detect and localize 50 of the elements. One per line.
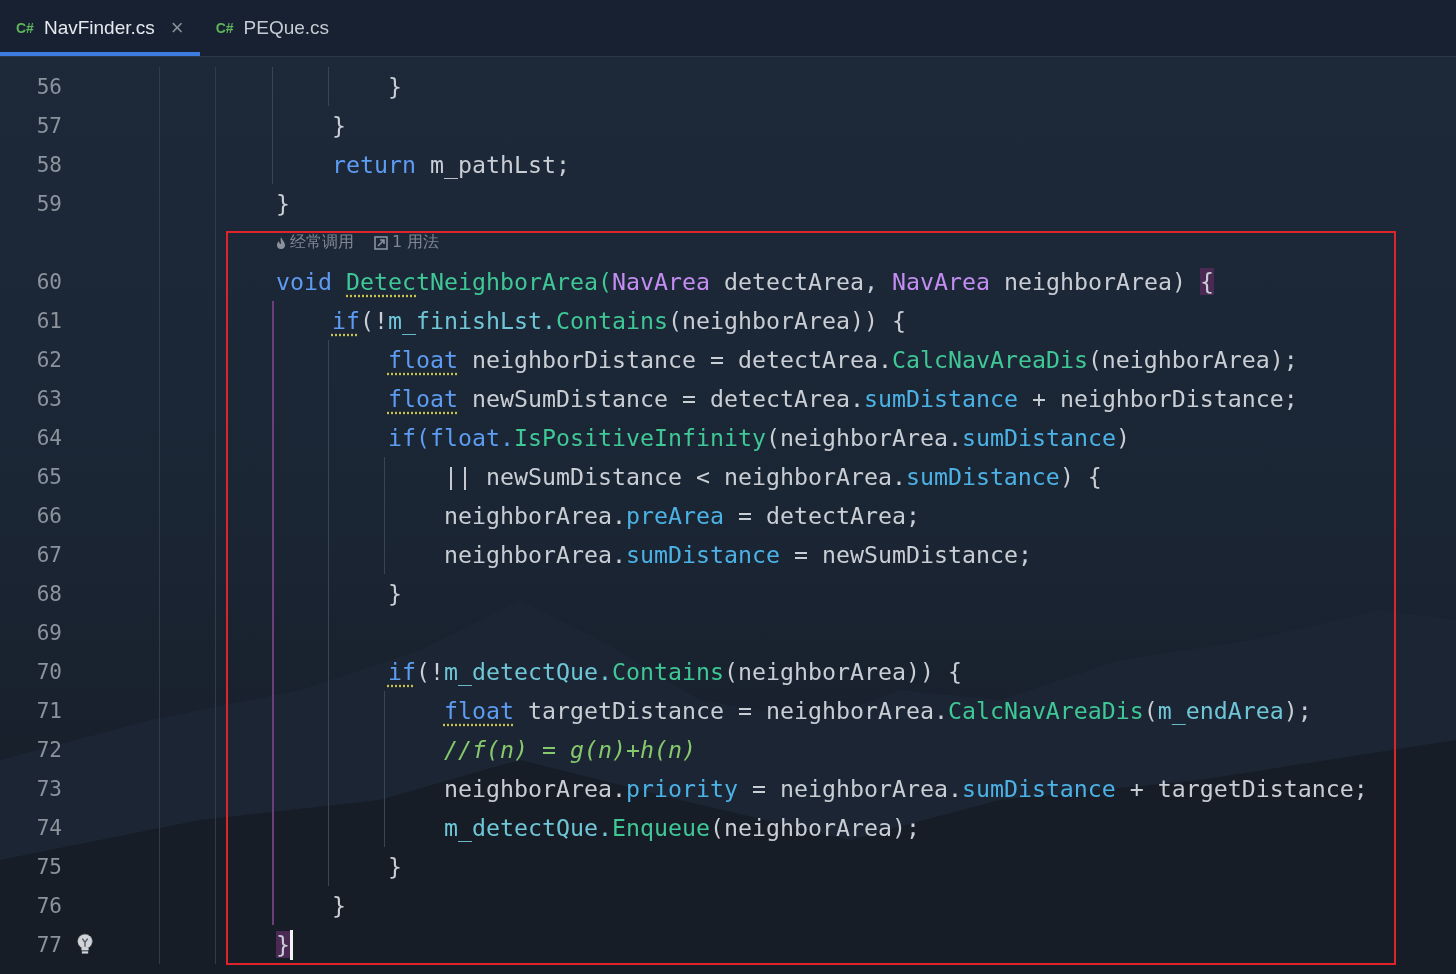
code-line: } [387,73,402,100]
code-line: float newSumDistance = detectArea.sumDistance + neighborDistance; [387,385,1298,412]
line-number: 61 [35,308,62,333]
line-number: 71 [35,698,62,723]
code-line: } [332,112,346,139]
code-line: } [276,190,290,217]
arrow-box-icon [374,235,388,250]
code-line: || newSumDistance < neighborArea.sumDistance) { [443,463,1102,490]
line-number: 63 [35,386,62,411]
code-line: neighborArea.sumDistance = newSumDistance; [443,541,1032,568]
line-number: 68 [35,581,62,606]
line-number: 66 [35,503,62,528]
file-tab[interactable]: C# PEQue.cs [199,0,346,56]
code-line: } [387,853,402,880]
line-number: 74 [35,815,62,840]
line-number: 65 [35,464,62,489]
code-line: if(float.IsPositiveInfinity(neighborArea.sumDistance) [387,424,1130,451]
line-number: 67 [35,542,62,567]
code-line: return m_pathLst; [332,151,570,178]
code-line: float targetDistance = neighborArea.CalcNavAreaDis(m_endArea); [443,697,1312,724]
code-line: m_detectQue.Enqueue(neighborArea); [443,814,920,841]
line-number: 76 [35,893,62,918]
code-line: neighborArea.preArea = detectArea; [443,502,920,529]
line-number: 75 [35,854,62,879]
code-lens-hint[interactable]: 1 用法 [392,232,440,253]
code-line: } [387,580,402,607]
line-number: 59 [35,191,62,216]
line-number: 73 [35,776,62,801]
line-number: 69 [35,620,62,645]
close-icon[interactable]: × [170,15,184,41]
code-line: if(!m_finishLst.Contains(neighborArea)) { [332,307,906,334]
line-number: 60 [35,269,62,294]
lightbulb-icon[interactable] [76,932,94,957]
code-line: } [332,892,346,919]
code-line: void DetectNeighborArea(NavArea detectArea, NavArea neighborArea) { [276,268,1214,295]
code-line: if(!m_detectQue.Contains(neighborArea)) { [387,658,962,685]
flame-icon [276,235,286,250]
code-lens-hint[interactable]: 经常调用 [290,232,354,253]
code-line: //f(n) = g(n)+h(n) [443,736,696,763]
file-tab[interactable]: C# NavFinder.cs × [0,0,200,56]
line-number: 56 [35,74,62,99]
code-line: neighborArea.priority = neighborArea.sumDistance + targetDistance; [443,775,1368,802]
line-number: 72 [35,737,62,762]
line-number: 58 [35,152,62,177]
code-line: float neighborDistance = detectArea.CalcNavAreaDis(neighborArea); [387,346,1298,373]
line-number: 57 [35,113,62,138]
line-number: 64 [35,425,62,450]
line-number: 70 [35,659,62,684]
line-number: 62 [35,347,62,372]
line-number: 77 [35,932,62,957]
